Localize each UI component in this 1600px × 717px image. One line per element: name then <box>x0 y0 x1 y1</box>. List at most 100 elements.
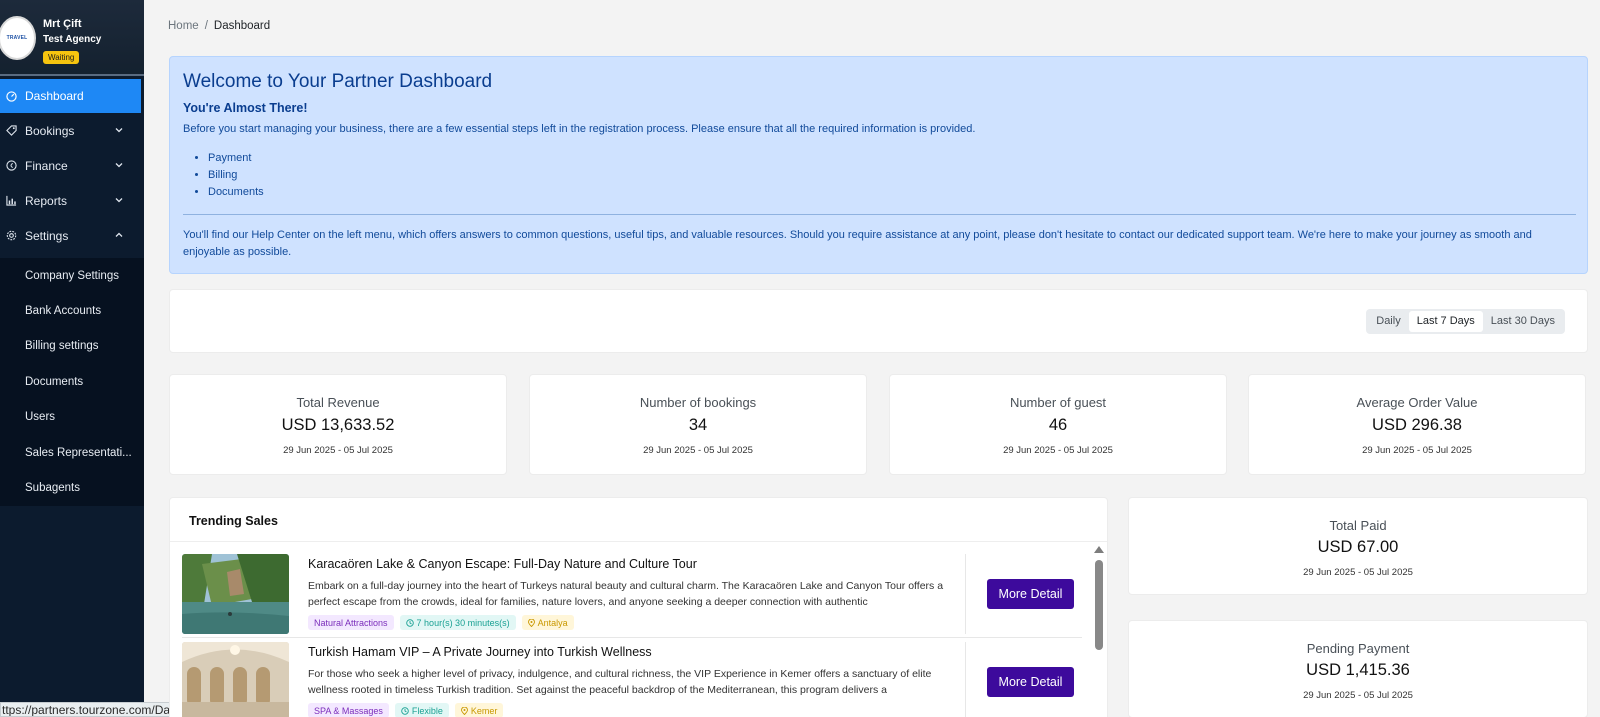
clock-icon <box>401 706 409 715</box>
submenu-item-company-settings[interactable]: Company Settings <box>0 258 144 293</box>
stat-label: Total Paid <box>1329 518 1387 533</box>
list-item: Turkish Hamam VIP – A Private Journey in… <box>182 642 1082 717</box>
duration-tag-label: Flexible <box>411 705 443 716</box>
settings-submenu: Company Settings Bank Accounts Billing s… <box>0 258 144 506</box>
sidebar-item-label: Settings <box>25 228 69 243</box>
submenu-item-bank-accounts[interactable]: Bank Accounts <box>0 293 144 328</box>
category-tag: SPA & Massages <box>308 703 389 717</box>
tour-title[interactable]: Turkish Hamam VIP – A Private Journey in… <box>308 645 652 659</box>
bar-chart-icon <box>5 195 17 207</box>
clock-icon <box>405 618 414 627</box>
more-detail-button[interactable]: More Detail <box>987 579 1074 609</box>
divider <box>965 554 966 634</box>
sidebar-item-label: Dashboard <box>25 89 84 103</box>
stat-value: USD 1,415.36 <box>1306 661 1410 679</box>
stat-date-range: 29 Jun 2025 - 05 Jul 2025 <box>643 445 753 456</box>
scrollbar-thumb[interactable] <box>1095 560 1103 650</box>
divider <box>170 541 1107 542</box>
trending-sales-card: Trending Sales Karacaören Lake & Canyon … <box>169 497 1108 717</box>
sidebar-item-label: Finance <box>25 158 68 173</box>
stat-label: Number of bookings <box>639 395 757 410</box>
tag-icon <box>5 125 17 137</box>
tour-tags: SPA & Massages Flexible Kemer <box>308 703 504 717</box>
stat-card-bookings: Number of bookings 34 29 Jun 2025 - 05 J… <box>529 374 867 475</box>
divider <box>183 214 1576 215</box>
chevron-up-icon <box>115 232 123 237</box>
trending-sales-title: Trending Sales <box>189 514 278 528</box>
stat-date-range: 29 Jun 2025 - 05 Jul 2025 <box>1303 567 1413 578</box>
sidebar-item-dashboard[interactable]: Dashboard <box>0 79 141 113</box>
gear-icon <box>5 230 17 242</box>
stat-card-average-order-value: Average Order Value USD 296.38 29 Jun 20… <box>1248 374 1586 475</box>
avatar[interactable]: TRAVEL <box>0 16 36 60</box>
location-tag: Kemer <box>454 703 504 717</box>
list-item: Billing <box>208 169 264 186</box>
more-detail-button[interactable]: More Detail <box>987 667 1074 697</box>
duration-tag-label: 7 hour(s) 30 minutes(s) <box>416 617 510 628</box>
stat-value: USD 67.00 <box>1317 538 1399 556</box>
duration-tag: Flexible <box>394 703 449 717</box>
welcome-intro: Before you start managing your business,… <box>183 123 976 135</box>
tour-tags: Natural Attractions 7 hour(s) 30 minutes… <box>308 615 574 630</box>
gauge-icon <box>5 90 17 102</box>
stat-value: USD 296.38 <box>1372 416 1462 434</box>
list-item: Payment <box>208 152 264 169</box>
breadcrumb: Home / Dashboard <box>168 20 270 32</box>
welcome-subtitle: You're Almost There! <box>183 101 308 115</box>
registration-steps-list: Payment Billing Documents <box>208 152 264 203</box>
currency-icon <box>5 160 17 172</box>
submenu-item-users[interactable]: Users <box>0 400 144 435</box>
status-badge: Waiting <box>43 51 80 64</box>
stat-value: 46 <box>1048 416 1068 434</box>
tour-image-hamam[interactable] <box>182 642 289 717</box>
sidebar-item-finance[interactable]: Finance <box>0 148 144 183</box>
sidebar-item-bookings[interactable]: Bookings <box>0 113 144 148</box>
user-name: Mrt Çift <box>43 18 82 30</box>
submenu-item-subagents[interactable]: Subagents <box>0 470 144 505</box>
agency-name: Test Agency <box>43 34 102 45</box>
scroll-up-arrow-icon[interactable] <box>1094 546 1104 553</box>
map-pin-icon <box>460 706 468 715</box>
sidebar-nav: Dashboard Bookings Finance Reports Setti… <box>0 79 144 253</box>
sidebar-header: TRAVEL Mrt Çift Test Agency Waiting <box>0 0 144 76</box>
tour-title[interactable]: Karacaören Lake & Canyon Escape: Full-Da… <box>308 557 697 571</box>
period-daily-button[interactable]: Daily <box>1368 311 1408 332</box>
stat-value: USD 13,633.52 <box>281 416 395 434</box>
submenu-item-sales-representatives[interactable]: Sales Representati... <box>0 435 144 470</box>
sidebar-item-label: Bookings <box>25 123 75 138</box>
stat-label: Total Revenue <box>296 395 380 410</box>
stat-card-pending-payment: Pending Payment USD 1,415.36 29 Jun 2025… <box>1128 620 1588 717</box>
submenu-item-billing-settings[interactable]: Billing settings <box>0 329 144 364</box>
list-item: Documents <box>208 186 264 203</box>
location-tag-label: Antalya <box>537 617 568 628</box>
category-tag-label: Natural Attractions <box>314 617 388 628</box>
duration-tag: 7 hour(s) 30 minutes(s) <box>399 615 516 630</box>
breadcrumb-home-link[interactable]: Home <box>168 20 199 32</box>
chevron-down-icon <box>115 128 123 133</box>
page-title: Welcome to Your Partner Dashboard <box>183 71 493 92</box>
stat-label: Number of guest <box>1009 395 1107 410</box>
stat-date-range: 29 Jun 2025 - 05 Jul 2025 <box>1362 445 1472 456</box>
tour-image-lake-canyon[interactable] <box>182 554 289 634</box>
sidebar-item-label: Reports <box>25 193 68 208</box>
stat-value: 34 <box>688 416 708 434</box>
stat-date-range: 29 Jun 2025 - 05 Jul 2025 <box>283 445 393 456</box>
sidebar-item-reports[interactable]: Reports <box>0 183 144 218</box>
period-toggle-group: Daily Last 7 Days Last 30 Days <box>1366 309 1565 334</box>
tour-description: For those who seek a higher level of pri… <box>308 668 932 696</box>
stat-card-guests: Number of guest 46 29 Jun 2025 - 05 Jul … <box>889 374 1227 475</box>
help-center-text: You'll find our Help Center on the left … <box>183 229 1532 258</box>
location-tag: Antalya <box>521 615 574 630</box>
sidebar-item-settings[interactable]: Settings <box>0 218 144 253</box>
stat-date-range: 29 Jun 2025 - 05 Jul 2025 <box>1303 690 1413 701</box>
stat-card-total-paid: Total Paid USD 67.00 29 Jun 2025 - 05 Ju… <box>1128 497 1588 595</box>
chevron-down-icon <box>115 163 123 168</box>
chevron-down-icon <box>115 198 123 203</box>
period-last-7-days-button[interactable]: Last 7 Days <box>1408 311 1483 332</box>
category-tag-label: SPA & Massages <box>314 705 383 716</box>
period-last-30-days-button[interactable]: Last 30 Days <box>1483 311 1563 332</box>
list-item: Karacaören Lake & Canyon Escape: Full-Da… <box>182 554 1082 640</box>
category-tag: Natural Attractions <box>308 615 394 630</box>
submenu-item-documents[interactable]: Documents <box>0 364 144 399</box>
divider <box>182 637 1082 638</box>
